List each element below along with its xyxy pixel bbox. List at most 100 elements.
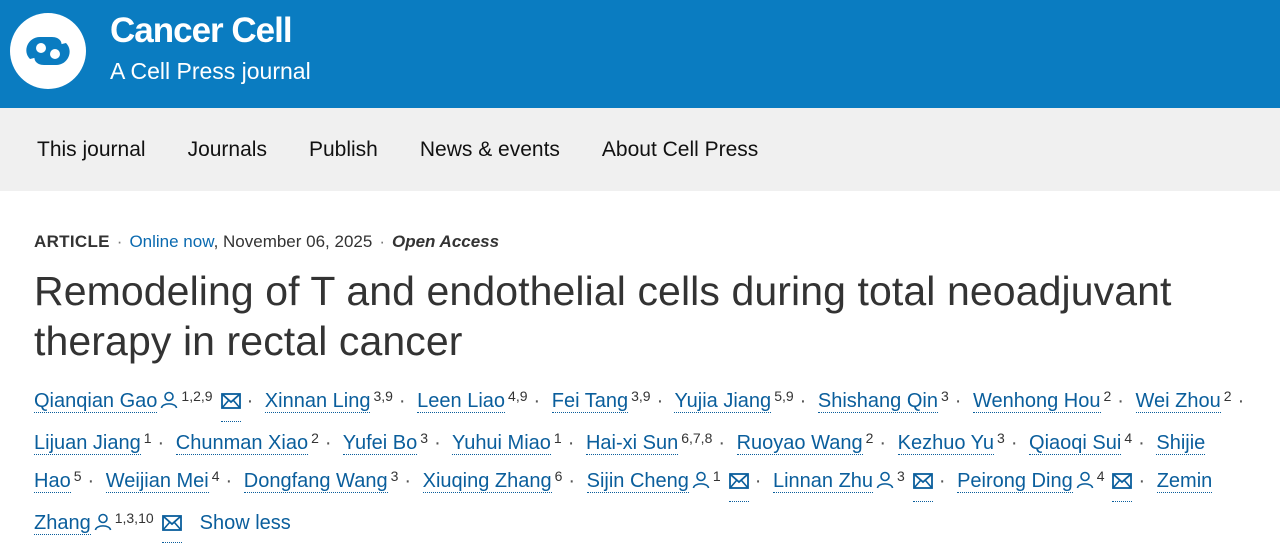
author-name-link[interactable]: Yujia Jiang	[674, 390, 771, 413]
author-item: Kezhuo Yu3	[898, 432, 1005, 454]
affiliation-superscript: 1	[554, 430, 562, 446]
author-item: Ruoyao Wang2	[737, 432, 874, 454]
email-icon[interactable]	[729, 467, 749, 502]
author-item: Sijin Cheng1	[587, 470, 749, 492]
author-separator: ·	[325, 432, 332, 454]
brand[interactable]: Cancer Cell A Cell Press journal	[110, 12, 311, 86]
author-separator: ·	[1138, 432, 1145, 454]
author-name-link[interactable]: Dongfang Wang	[244, 470, 388, 493]
nav-this-journal[interactable]: This journal	[37, 138, 146, 162]
author-name-link[interactable]: Fei Tang	[552, 390, 628, 413]
nav-journals[interactable]: Journals	[188, 138, 267, 162]
author-separator: ·	[226, 470, 233, 492]
journal-banner: Cancer Cell A Cell Press journal	[0, 0, 1280, 108]
author-item: Peirong Ding 4	[957, 470, 1132, 492]
author-separator: ·	[1238, 390, 1245, 412]
email-icon[interactable]	[913, 467, 933, 502]
author-name-link[interactable]: Xinnan Ling	[265, 390, 371, 413]
author-name-link[interactable]: Yuhui Miao	[452, 432, 551, 455]
author-separator: ·	[755, 470, 762, 492]
author-name-link[interactable]: Kezhuo Yu	[898, 432, 994, 455]
author-name-link[interactable]: Wenhong Hou	[973, 390, 1101, 413]
author-separator: ·	[1011, 432, 1018, 454]
author-name-link[interactable]: Peirong Ding	[957, 470, 1073, 493]
author-separator: ·	[88, 470, 95, 492]
author-profile-icon[interactable]	[692, 467, 710, 501]
author-name-link[interactable]: Lijuan Jiang	[34, 432, 141, 455]
affiliation-superscript: 3	[997, 430, 1005, 446]
email-icon[interactable]	[1112, 467, 1132, 502]
affiliation-superscript: 3	[391, 468, 399, 484]
affiliation-superscript: 3,9	[631, 388, 650, 404]
main-nav: This journal Journals Publish News & eve…	[0, 108, 1280, 191]
nav-news-events[interactable]: News & events	[420, 138, 560, 162]
author-profile-icon[interactable]	[160, 387, 178, 421]
affiliation-superscript: 5	[74, 468, 82, 484]
cell-press-logo-icon[interactable]	[8, 11, 88, 91]
meta-separator: ·	[379, 232, 385, 251]
author-item: Yujia Jiang5,9	[674, 390, 793, 412]
author-separator: ·	[800, 390, 807, 412]
online-status-link[interactable]: Online now	[129, 232, 213, 251]
author-name-link[interactable]: Weijian Mei	[106, 470, 209, 493]
author-item: Chunman Xiao2	[176, 432, 319, 454]
author-name-link[interactable]: Hai-xi Sun	[586, 432, 678, 455]
author-name-link[interactable]: Qiaoqi Sui	[1029, 432, 1121, 455]
author-name-link[interactable]: Qianqian Gao	[34, 390, 157, 413]
author-separator: ·	[1117, 390, 1124, 412]
author-item: Lijuan Jiang1	[34, 432, 152, 454]
author-item: Shishang Qin3	[818, 390, 949, 412]
nav-publish[interactable]: Publish	[309, 138, 378, 162]
affiliation-superscript: 1,2,9	[181, 388, 212, 404]
affiliation-superscript: 2	[866, 430, 874, 446]
author-separator: ·	[404, 470, 411, 492]
author-name-link[interactable]: Yufei Bo	[343, 432, 418, 455]
email-icon[interactable]	[162, 509, 182, 543]
author-profile-icon[interactable]	[876, 467, 894, 501]
article-type: ARTICLE	[34, 232, 110, 251]
author-name-link[interactable]: Xiuqing Zhang	[423, 470, 552, 493]
nav-about-cell-press[interactable]: About Cell Press	[602, 138, 758, 162]
author-name-link[interactable]: Chunman Xiao	[176, 432, 308, 455]
open-access-label: Open Access	[392, 232, 499, 251]
affiliation-superscript: 2	[311, 430, 319, 446]
journal-title[interactable]: Cancer Cell	[110, 12, 311, 50]
author-name-link[interactable]: Shishang Qin	[818, 390, 938, 413]
affiliation-superscript: 3	[420, 430, 428, 446]
author-name-link[interactable]: Wei Zhou	[1136, 390, 1221, 413]
author-profile-icon[interactable]	[1076, 467, 1094, 501]
author-separator: ·	[434, 432, 441, 454]
show-less-button[interactable]: Show less	[200, 512, 291, 534]
author-name-link[interactable]: Leen Liao	[417, 390, 505, 413]
author-name-link[interactable]: Linnan Zhu	[773, 470, 873, 493]
author-separator: ·	[247, 390, 254, 412]
affiliation-superscript: 6	[555, 468, 563, 484]
author-item: Weijian Mei4	[106, 470, 220, 492]
publication-date: , November 06, 2025	[214, 232, 373, 251]
author-separator: ·	[399, 390, 406, 412]
author-separator: ·	[1138, 470, 1145, 492]
author-separator: ·	[939, 470, 946, 492]
author-item: Xiuqing Zhang6	[423, 470, 563, 492]
affiliation-superscript: 3	[897, 468, 905, 484]
article-meta: ARTICLE · Online now, November 06, 2025 · Op…	[34, 232, 1270, 252]
author-item: Yuhui Miao1	[452, 432, 562, 454]
meta-separator: ·	[117, 232, 123, 251]
author-profile-icon[interactable]	[94, 509, 112, 543]
affiliation-superscript: 4	[212, 468, 220, 484]
affiliation-superscript: 4	[1124, 430, 1132, 446]
author-name-link[interactable]: Ruoyao Wang	[737, 432, 863, 455]
author-item: Hai-xi Sun6,7,8	[586, 432, 712, 454]
author-separator: ·	[568, 432, 575, 454]
author-separator: ·	[879, 432, 886, 454]
author-separator: ·	[534, 390, 541, 412]
affiliation-superscript: 2	[1104, 388, 1112, 404]
affiliation-superscript: 3,9	[373, 388, 392, 404]
email-icon[interactable]	[221, 387, 241, 422]
affiliation-superscript: 4	[1097, 468, 1105, 484]
affiliation-superscript: 5,9	[774, 388, 793, 404]
affiliation-superscript: 3	[941, 388, 949, 404]
author-item: Yufei Bo3	[343, 432, 428, 454]
author-name-link[interactable]: Sijin Cheng	[587, 470, 689, 493]
author-item: Linnan Zhu 3	[773, 470, 933, 492]
